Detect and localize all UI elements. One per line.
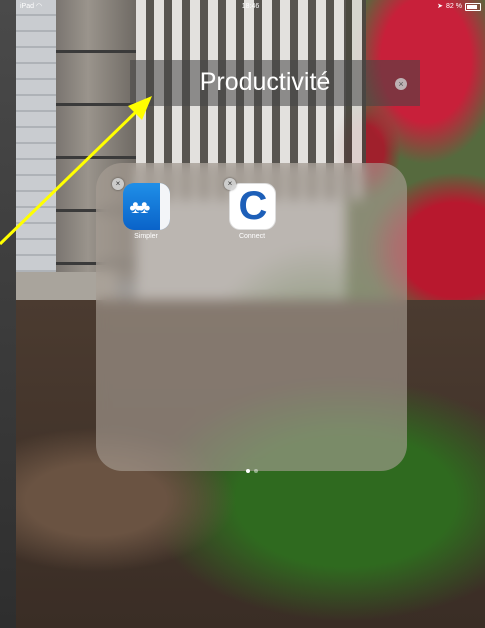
arrow-shaft — [0, 106, 142, 246]
yellow-arrow-annotation — [0, 96, 152, 246]
